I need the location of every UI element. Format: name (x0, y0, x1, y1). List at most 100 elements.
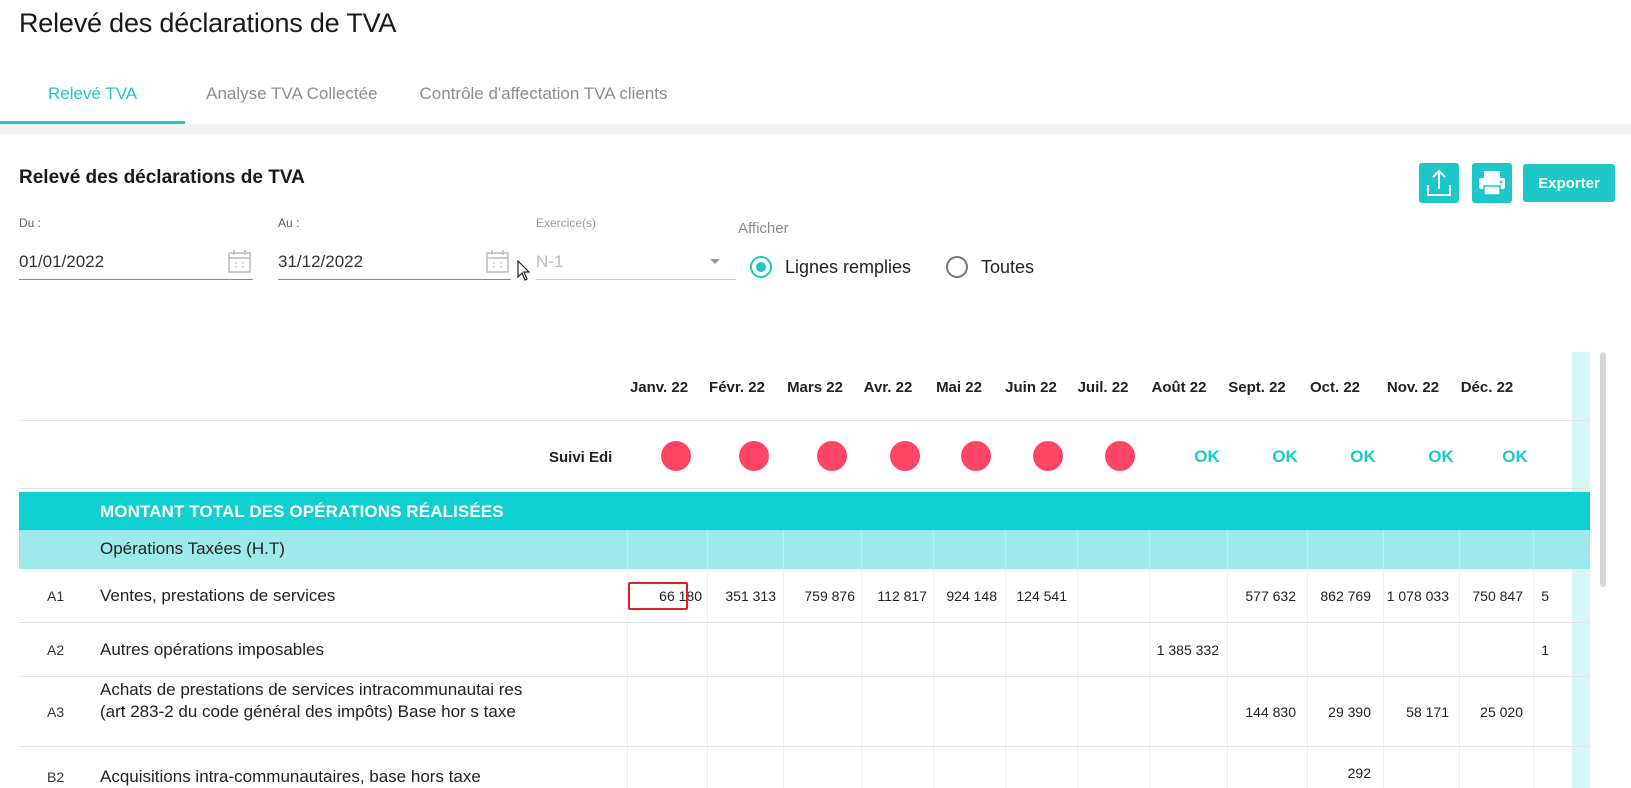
table-cell-value[interactable]: 1 385 332 (1129, 642, 1219, 658)
print-button[interactable] (1472, 163, 1512, 203)
column-separator (783, 747, 784, 788)
selected-cell-highlight (628, 582, 688, 610)
column-separator (1149, 677, 1150, 747)
table-row: B2 Acquisitions intra-communautaires, bas… (19, 747, 1590, 788)
column-separator (1227, 530, 1228, 569)
row-code: A2 (47, 642, 65, 658)
column-separator (861, 530, 862, 569)
column-separator (1005, 677, 1006, 747)
column-separator (1077, 569, 1078, 623)
section-header-text: MONTANT TOTAL DES OPÉRATIONS RÉALISÉES (100, 502, 504, 521)
export-button[interactable]: Exporter (1523, 164, 1615, 202)
column-separator (1307, 623, 1308, 677)
edi-status-ok: OK (1428, 447, 1454, 466)
row-code: A1 (47, 588, 65, 604)
radio-checked-icon (750, 256, 772, 278)
column-separator (627, 677, 628, 747)
table-row: A1 Ventes, prestations de services 66 180 3… (19, 569, 1590, 623)
radio-lignes-remplies[interactable]: Lignes remplies (750, 256, 911, 278)
column-separator (627, 623, 628, 677)
du-date-field[interactable]: 01/01/2022 (19, 244, 253, 280)
table-row: A2 Autres opérations imposables 1 385 332 1 (19, 623, 1590, 677)
vat-table: Suivi Edi MONTANT TOTAL DES OPÉRATIONS R… (19, 352, 1590, 788)
table-cell-value-overflow: 5 (1541, 588, 1549, 604)
row-label: Achats de prestations de services intrac… (100, 680, 523, 721)
suivi-divider (19, 488, 1590, 489)
column-separator (861, 677, 862, 747)
table-cell-value[interactable]: 292 (1281, 765, 1371, 781)
edi-status-missing-dot (739, 441, 769, 471)
column-separator (783, 623, 784, 677)
column-separator (1307, 530, 1308, 569)
column-separator (933, 747, 934, 788)
chevron-down-icon (710, 259, 720, 264)
column-separator (1459, 530, 1460, 569)
month-header: Déc. 22 (1460, 379, 1514, 396)
table-cell-value[interactable]: 25 020 (1433, 704, 1523, 720)
edi-status-ok: OK (1502, 447, 1528, 466)
section-title: Relevé des déclarations de TVA (19, 167, 305, 188)
row-label: Ventes, prestations de services (100, 586, 336, 605)
tab-analyse-tva-collectee[interactable]: Analyse TVA Collectée (185, 72, 398, 124)
table-cell-value[interactable]: 124 541 (977, 588, 1067, 604)
radio-toutes[interactable]: Toutes (946, 256, 1034, 278)
edi-status-missing-dot (661, 441, 691, 471)
column-separator (627, 747, 628, 788)
edi-status-missing-dot (890, 441, 920, 471)
subsection-header-text: Opérations Taxées (H.T) (100, 539, 285, 558)
radio-lignes-remplies-label: Lignes remplies (785, 256, 912, 277)
vertical-scrollbar[interactable] (1600, 352, 1606, 587)
au-date-field[interactable]: 31/12/2022 (278, 244, 511, 280)
printer-icon (1479, 171, 1505, 196)
column-separator (1005, 530, 1006, 569)
row-code: B2 (47, 769, 65, 785)
subsection-header-band: Opérations Taxées (H.T) (19, 530, 1590, 569)
column-separator (1077, 677, 1078, 747)
table-cell-value[interactable]: 862 769 (1281, 588, 1371, 604)
header-divider (19, 420, 1590, 421)
column-separator (933, 623, 934, 677)
column-separator (627, 530, 628, 569)
column-separator (933, 677, 934, 747)
edi-status-ok: OK (1272, 447, 1298, 466)
column-separator (861, 623, 862, 677)
calendar-icon[interactable] (485, 249, 510, 274)
column-separator (1227, 623, 1228, 677)
column-separator (783, 677, 784, 747)
table-cell-value[interactable]: 750 847 (1433, 588, 1523, 604)
du-label: Du : (19, 216, 42, 230)
section-header-band: MONTANT TOTAL DES OPÉRATIONS RÉALISÉES (19, 492, 1590, 530)
tab-releve-tva[interactable]: Relevé TVA (0, 72, 186, 124)
exercice-select[interactable]: N-1 (536, 244, 736, 280)
column-separator (1149, 747, 1150, 788)
month-header: Févr. 22 (709, 379, 765, 396)
column-separator (1149, 569, 1150, 623)
radio-unchecked-icon (946, 256, 968, 278)
table-cell-value-overflow: 1 (1541, 642, 1549, 658)
tab-controle-affectation[interactable]: Contrôle d'affectation TVA clients (399, 72, 689, 124)
mouse-cursor-icon (517, 260, 531, 281)
column-separator (707, 623, 708, 677)
exercice-value: N-1 (536, 252, 564, 271)
page-title: Relevé des déclarations de TVA (19, 8, 397, 38)
table-cell-value[interactable]: 29 390 (1281, 704, 1371, 720)
exercice-label: Exercice(s) (536, 216, 597, 230)
column-separator (707, 677, 708, 747)
column-separator (1227, 747, 1228, 788)
au-label: Au : (278, 216, 300, 230)
radio-toutes-label: Toutes (981, 256, 1035, 277)
au-date-value: 31/12/2022 (278, 252, 364, 271)
table-cell-value[interactable]: 351 313 (686, 588, 776, 604)
edi-status-missing-dot (817, 441, 847, 471)
calendar-icon[interactable] (227, 249, 252, 274)
column-separator (1077, 530, 1078, 569)
column-separator (1077, 747, 1078, 788)
suivi-edi-label: Suivi Edi (549, 449, 613, 466)
column-separator (707, 530, 708, 569)
edi-status-ok: OK (1350, 447, 1376, 466)
upload-button[interactable] (1419, 163, 1459, 203)
afficher-label: Afficher (738, 220, 789, 237)
column-separator (1077, 623, 1078, 677)
column-separator (1005, 747, 1006, 788)
du-date-value: 01/01/2022 (19, 252, 105, 271)
